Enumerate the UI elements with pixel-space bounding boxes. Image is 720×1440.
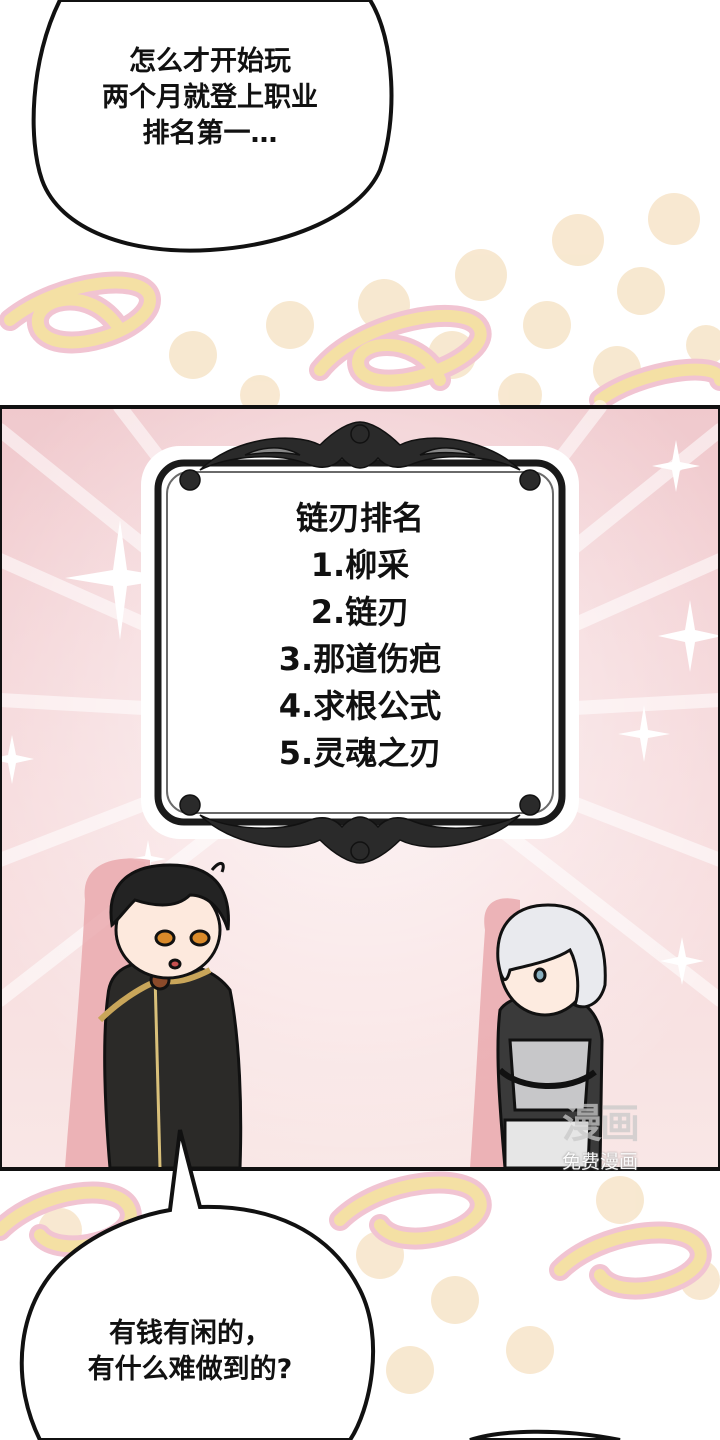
bottom-bubble-text: 有钱有闲的， 有什么难做到的? — [40, 1316, 340, 1388]
bottom-pattern-background — [0, 1129, 720, 1440]
watermark-logo: 漫画 — [562, 1101, 640, 1147]
bottom-bubble-line: 有钱有闲的， — [109, 1318, 271, 1349]
watermark: 漫画 免费漫画 — [520, 1098, 680, 1174]
watermark-caption: 免费漫画 — [561, 1151, 638, 1173]
bottom-bubble-line: 有什么难做到的? — [87, 1354, 293, 1385]
